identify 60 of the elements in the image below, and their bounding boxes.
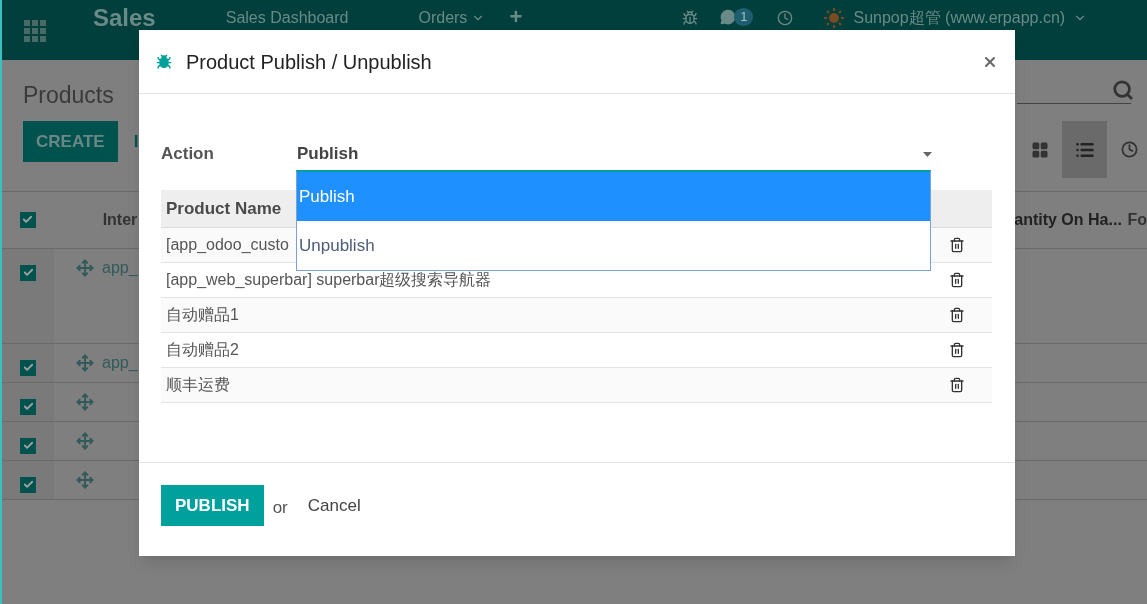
table-cell-text: 自动赠品1 [166, 305, 239, 325]
chat-icon[interactable] [720, 9, 737, 25]
drag-handle-icon[interactable] [76, 471, 94, 489]
clock-icon [1121, 141, 1138, 158]
check-icon [22, 401, 34, 412]
check-icon [22, 479, 34, 490]
delete-button[interactable] [949, 307, 965, 323]
column-header[interactable]: Inter [102, 208, 138, 232]
delete-button[interactable] [949, 237, 965, 253]
delete-button[interactable] [949, 342, 965, 358]
import-button[interactable]: I [133, 128, 139, 155]
field-label: Action [161, 143, 215, 166]
checkbox[interactable] [20, 437, 36, 454]
dialog-title: Product Publish / Unpublish [186, 49, 432, 75]
column-header[interactable]: antity On Ha... [1014, 208, 1122, 232]
delete-button[interactable] [949, 272, 965, 288]
table-cell: app_ [102, 259, 138, 277]
drag-handle-icon[interactable] [76, 354, 94, 372]
create-button[interactable]: CREATE [23, 121, 118, 162]
clock-icon[interactable] [777, 10, 794, 26]
cancel-button[interactable]: Cancel [307, 492, 361, 519]
checkbox[interactable] [19, 211, 36, 228]
table-cell-text: [app_web_superbar] superbar超级搜索导航器 [166, 270, 492, 290]
check-icon [22, 440, 34, 451]
check-icon [22, 267, 34, 278]
column-header[interactable]: Product Name [166, 195, 282, 222]
grid-icon [1030, 140, 1049, 159]
bug-icon [156, 53, 172, 70]
check-icon [22, 362, 34, 373]
action-select[interactable]: Publish [297, 140, 932, 168]
delete-button[interactable] [949, 377, 965, 393]
drag-handle-icon[interactable] [76, 259, 94, 277]
table-cell-text: 顺丰运费 [166, 375, 230, 395]
drag-handle-icon[interactable] [76, 393, 94, 411]
app-name: Sales [93, 6, 156, 30]
table-cell-text: [app_odoo_custo [166, 235, 289, 255]
quick-create-button[interactable]: + [509, 6, 523, 28]
checkbox[interactable] [20, 398, 36, 415]
breadcrumb: Products [23, 81, 114, 110]
nav-menu-item[interactable]: Sales Dashboard [225, 8, 349, 28]
search-icon[interactable] [1112, 79, 1134, 101]
checkbox[interactable] [20, 359, 36, 376]
check-icon [22, 214, 34, 225]
sun-logo-icon [823, 7, 846, 29]
table-cell-text: 自动赠品2 [166, 340, 239, 360]
message-count-badge: 1 [734, 8, 754, 26]
publish-button[interactable]: PUBLISH [161, 485, 264, 526]
dropdown-option[interactable]: Publish [297, 172, 930, 221]
bug-icon[interactable] [682, 10, 699, 26]
nav-menu-item[interactable]: Orders [418, 8, 486, 28]
checkbox[interactable] [20, 476, 36, 493]
view-switch-button[interactable] [1062, 121, 1107, 178]
caret-icon [923, 151, 932, 157]
column-header[interactable]: Fo [1127, 208, 1147, 232]
checkbox[interactable] [20, 264, 36, 281]
or-text: or [272, 496, 288, 519]
apps-icon[interactable] [24, 20, 46, 42]
drag-handle-icon[interactable] [76, 432, 94, 450]
user-menu[interactable]: Sunpop超管 (www.erpapp.cn) [853, 8, 1088, 28]
table-cell: app_ [102, 354, 138, 372]
